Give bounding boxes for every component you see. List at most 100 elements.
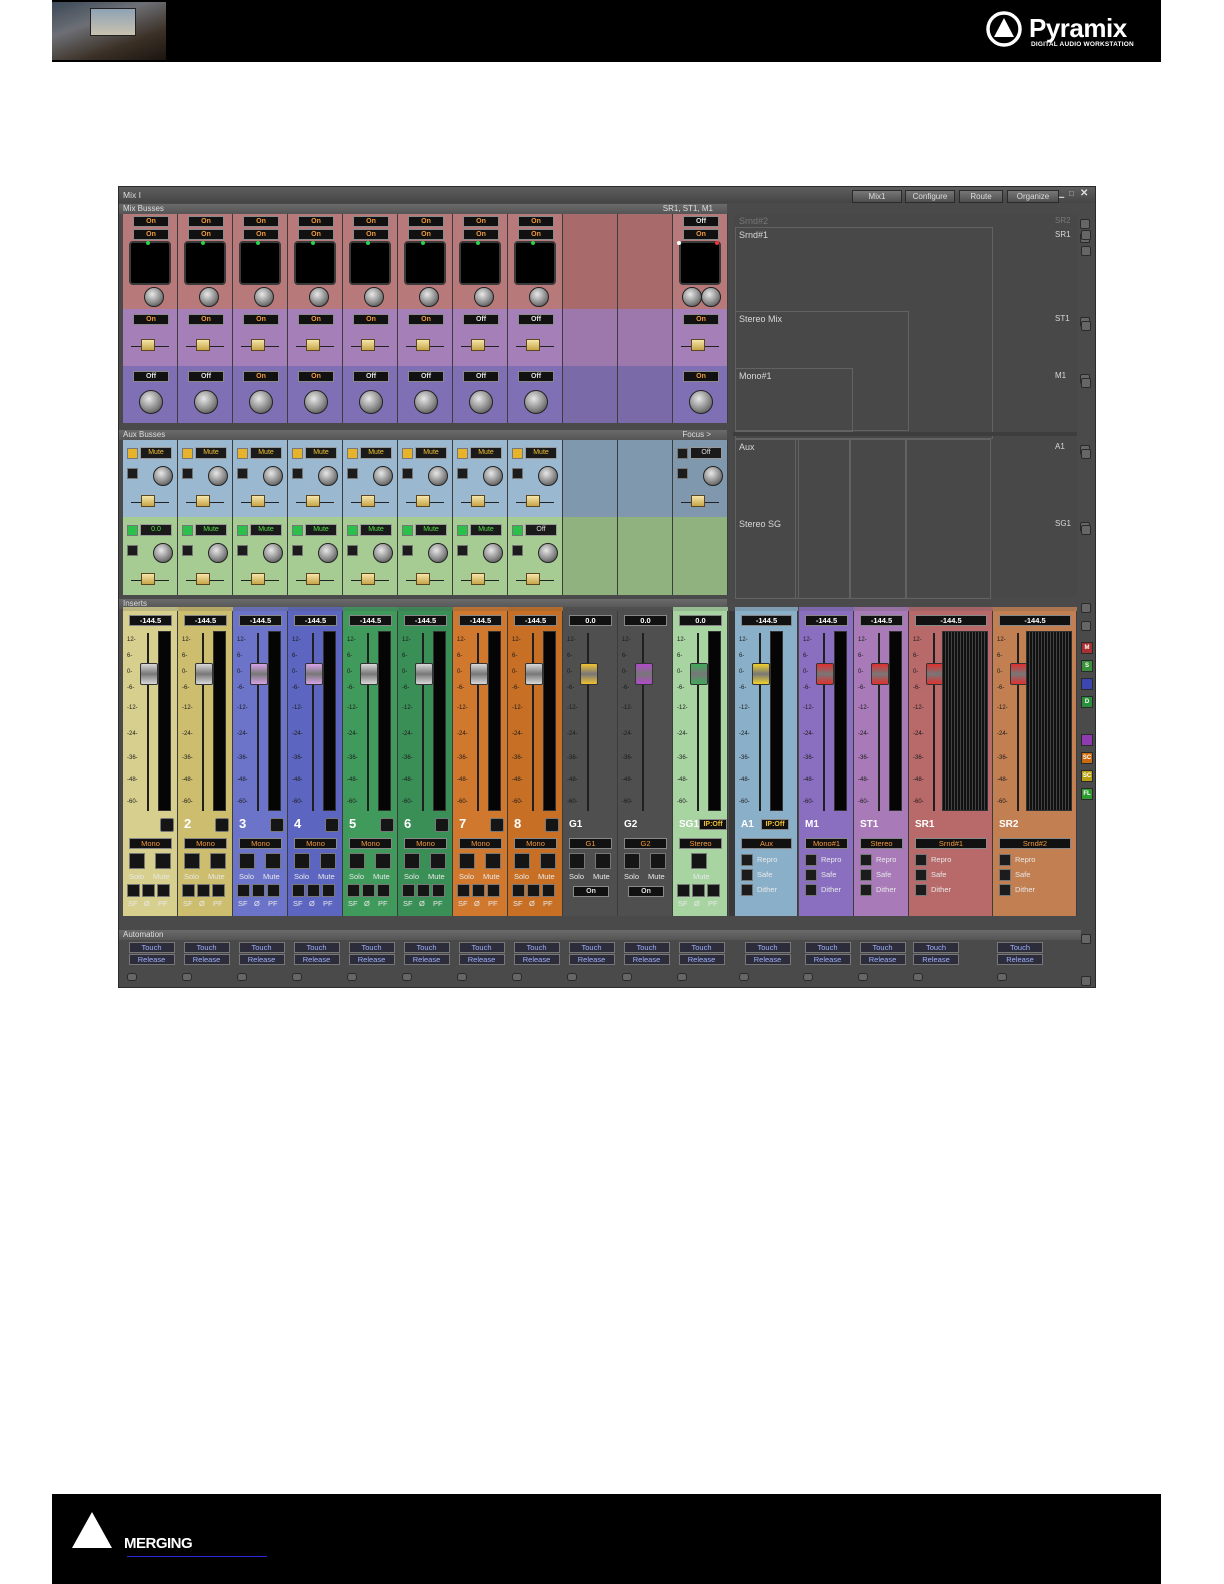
automation-release-button[interactable]: Release (183, 954, 230, 965)
mute-button[interactable] (155, 853, 171, 869)
strip-collapse-button[interactable] (512, 973, 522, 981)
bus-tree-expand-button[interactable] (1080, 445, 1090, 455)
mix-bus-send-toggle[interactable]: On (353, 216, 389, 227)
automation-release-button[interactable]: Release (568, 954, 615, 965)
bus-tree-expand-button[interactable] (1080, 522, 1090, 532)
mute-button[interactable] (320, 853, 336, 869)
mix-bus-send-toggle[interactable]: On (188, 229, 224, 240)
mute-button[interactable] (210, 853, 226, 869)
aux2-prepost-checkbox[interactable] (457, 545, 468, 556)
strip-collapse-button[interactable] (127, 973, 137, 981)
maximize-icon[interactable]: □ (1069, 190, 1077, 198)
aux2-prepost-checkbox[interactable] (237, 545, 248, 556)
strip-collapse-button[interactable] (457, 973, 467, 981)
aux-send-knob[interactable] (703, 466, 723, 486)
mix-bus-send-toggle[interactable]: On (133, 216, 169, 227)
aux2-fader-handle[interactable] (471, 573, 485, 585)
mix-bus-send-toggle[interactable]: On (188, 216, 224, 227)
fader-handle[interactable] (635, 663, 653, 685)
aux-send-knob[interactable] (373, 466, 393, 486)
aux2-send-knob[interactable] (483, 543, 503, 563)
aux-send-knob[interactable] (263, 466, 283, 486)
mute-button[interactable] (375, 853, 391, 869)
bus-tree-expand-button[interactable] (1080, 374, 1090, 384)
record-arm-button[interactable] (490, 818, 504, 832)
aux2-fader-handle[interactable] (251, 573, 265, 585)
fader-handle[interactable] (816, 663, 834, 685)
pan-knob[interactable] (144, 287, 164, 307)
solo-button[interactable] (459, 853, 475, 869)
bus-tree-expand-button[interactable] (1080, 233, 1090, 243)
mono-send-knob[interactable] (139, 390, 163, 414)
automation-touch-button[interactable]: Touch (458, 942, 505, 953)
stereo-mix-send-toggle[interactable]: On (188, 314, 224, 325)
mute-button[interactable] (691, 853, 707, 869)
pan-knob[interactable] (364, 287, 384, 307)
pre-fader-button[interactable] (322, 884, 335, 897)
surround-panner[interactable] (679, 241, 721, 285)
aux2-send-mute-button[interactable]: Mute (415, 524, 447, 536)
automation-release-button[interactable]: Release (744, 954, 791, 965)
mono-send-toggle[interactable]: On (298, 371, 334, 382)
automation-touch-button[interactable]: Touch (348, 942, 395, 953)
dither-checkbox[interactable] (741, 884, 753, 896)
fader-handle[interactable] (140, 663, 158, 685)
phase-invert-button[interactable] (362, 884, 375, 897)
aux2-send-enable-checkbox[interactable] (512, 525, 523, 536)
mix-bus-send-toggle[interactable]: On (463, 229, 499, 240)
aux2-send-knob[interactable] (318, 543, 338, 563)
panel-expand-button[interactable] (1081, 976, 1091, 986)
aux-send-knob[interactable] (318, 466, 338, 486)
surround-panner[interactable] (514, 241, 556, 285)
aux2-send-knob[interactable] (263, 543, 283, 563)
solo-button[interactable] (239, 853, 255, 869)
mono-send-knob[interactable] (304, 390, 328, 414)
automation-release-button[interactable]: Release (348, 954, 395, 965)
fader-handle[interactable] (360, 663, 378, 685)
stereo-mix-send-toggle[interactable]: On (243, 314, 279, 325)
view-filter-button[interactable]: SC (1081, 752, 1093, 764)
fader-handle[interactable] (305, 663, 323, 685)
aux2-fader-handle[interactable] (141, 573, 155, 585)
aux-prepost-checkbox[interactable] (127, 468, 138, 479)
send-fader-handle[interactable] (526, 339, 540, 351)
repro-checkbox[interactable] (741, 854, 753, 866)
pre-fader-button[interactable] (212, 884, 225, 897)
stereo-mix-send-toggle[interactable]: On (683, 314, 719, 325)
automation-touch-button[interactable]: Touch (238, 942, 285, 953)
pan-knob[interactable] (199, 287, 219, 307)
pan-knob[interactable] (474, 287, 494, 307)
mute-button[interactable] (430, 853, 446, 869)
strip-collapse-button[interactable] (858, 973, 868, 981)
strip-collapse-button[interactable] (402, 973, 412, 981)
strip-collapse-button[interactable] (237, 973, 247, 981)
aux2-send-mute-button[interactable]: 0.0 (140, 524, 172, 536)
aux-send-mute-button[interactable]: Mute (415, 447, 447, 459)
send-fader-handle[interactable] (196, 339, 210, 351)
aux-prepost-checkbox[interactable] (182, 468, 193, 479)
solo-free-button[interactable] (677, 884, 690, 897)
aux-send-mute-button[interactable]: Mute (470, 447, 502, 459)
aux-focus-button[interactable]: Focus > (682, 430, 711, 440)
safe-checkbox[interactable] (999, 869, 1011, 881)
strip-collapse-button[interactable] (182, 973, 192, 981)
aux-fader-handle[interactable] (471, 495, 485, 507)
aux2-prepost-checkbox[interactable] (292, 545, 303, 556)
surround-panner[interactable] (184, 241, 226, 285)
aux-fader-handle[interactable] (361, 495, 375, 507)
mono-send-knob[interactable] (414, 390, 438, 414)
aux-prepost-checkbox[interactable] (347, 468, 358, 479)
mono-send-toggle[interactable]: Off (353, 371, 389, 382)
phase-invert-button[interactable] (252, 884, 265, 897)
pre-fader-button[interactable] (157, 884, 170, 897)
input-processing-badge[interactable]: IP:Off (761, 819, 789, 830)
solo-button[interactable] (294, 853, 310, 869)
mix-bus-send-toggle[interactable]: On (243, 229, 279, 240)
group-enable-button[interactable]: On (573, 886, 609, 897)
automation-touch-button[interactable]: Touch (913, 942, 959, 953)
send-fader-handle[interactable] (471, 339, 485, 351)
aux-send-mute-button[interactable]: Mute (140, 447, 172, 459)
input-processing-badge[interactable]: IP:Off (699, 819, 727, 830)
aux-send-knob[interactable] (153, 466, 173, 486)
solo-button[interactable] (184, 853, 200, 869)
